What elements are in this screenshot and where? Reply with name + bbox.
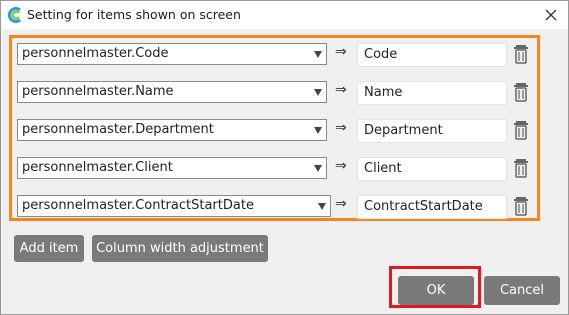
column-select-value: personnelmaster.Department bbox=[22, 122, 214, 137]
display-name-field[interactable]: Code bbox=[357, 43, 507, 67]
display-name-field[interactable]: Department bbox=[357, 119, 507, 143]
close-button[interactable] bbox=[534, 1, 568, 29]
maps-to-arrow-icon: ⇒ bbox=[335, 158, 347, 174]
item-row: personnelmaster.Client ⇒ Client bbox=[17, 157, 537, 185]
maps-to-arrow-icon: ⇒ bbox=[335, 196, 347, 212]
item-rows-group: personnelmaster.Code ⇒ Code personnelmas… bbox=[9, 35, 540, 221]
maps-to-arrow-icon: ⇒ bbox=[335, 44, 347, 60]
column-select-value: personnelmaster.Name bbox=[22, 84, 174, 99]
item-row: personnelmaster.Department ⇒ Department bbox=[17, 119, 537, 147]
ok-button[interactable]: OK bbox=[398, 276, 474, 305]
chevron-down-icon bbox=[314, 127, 322, 134]
trash-icon[interactable] bbox=[513, 195, 529, 217]
display-name-field[interactable]: Client bbox=[357, 157, 507, 181]
item-row: personnelmaster.ContractStartDate ⇒ Cont… bbox=[17, 195, 537, 223]
column-select[interactable]: personnelmaster.Code bbox=[17, 43, 327, 65]
dialog-title: Setting for items shown on screen bbox=[27, 7, 241, 22]
dialog-content: personnelmaster.Code ⇒ Code personnelmas… bbox=[1, 29, 568, 314]
trash-icon[interactable] bbox=[513, 43, 529, 65]
chevron-down-icon bbox=[314, 89, 322, 96]
column-select[interactable]: personnelmaster.Name bbox=[17, 81, 327, 103]
cancel-button[interactable]: Cancel bbox=[484, 276, 560, 305]
add-item-button[interactable]: Add item bbox=[14, 235, 84, 262]
column-select[interactable]: personnelmaster.Department bbox=[17, 119, 327, 141]
column-select-value: personnelmaster.Code bbox=[22, 46, 169, 61]
column-select[interactable]: personnelmaster.Client bbox=[17, 157, 327, 179]
title-bar: Setting for items shown on screen bbox=[1, 1, 568, 29]
maps-to-arrow-icon: ⇒ bbox=[335, 120, 347, 136]
display-name-field[interactable]: Name bbox=[357, 81, 507, 105]
chevron-down-icon bbox=[318, 203, 326, 210]
item-row: personnelmaster.Code ⇒ Code bbox=[17, 43, 537, 71]
close-icon bbox=[545, 9, 557, 21]
chevron-down-icon bbox=[314, 51, 322, 58]
column-select-value: personnelmaster.ContractStartDate bbox=[22, 198, 254, 213]
trash-icon[interactable] bbox=[513, 119, 529, 141]
item-row: personnelmaster.Name ⇒ Name bbox=[17, 81, 537, 109]
settings-dialog: Setting for items shown on screen person… bbox=[0, 0, 569, 315]
display-name-field[interactable]: ContractStartDate bbox=[357, 195, 507, 219]
column-width-adjustment-button[interactable]: Column width adjustment bbox=[92, 235, 268, 262]
maps-to-arrow-icon: ⇒ bbox=[335, 82, 347, 98]
trash-icon[interactable] bbox=[513, 157, 529, 179]
chevron-down-icon bbox=[314, 165, 322, 172]
trash-icon[interactable] bbox=[513, 81, 529, 103]
column-select[interactable]: personnelmaster.ContractStartDate bbox=[17, 195, 331, 217]
app-logo-icon bbox=[7, 7, 21, 23]
column-select-value: personnelmaster.Client bbox=[22, 160, 173, 175]
